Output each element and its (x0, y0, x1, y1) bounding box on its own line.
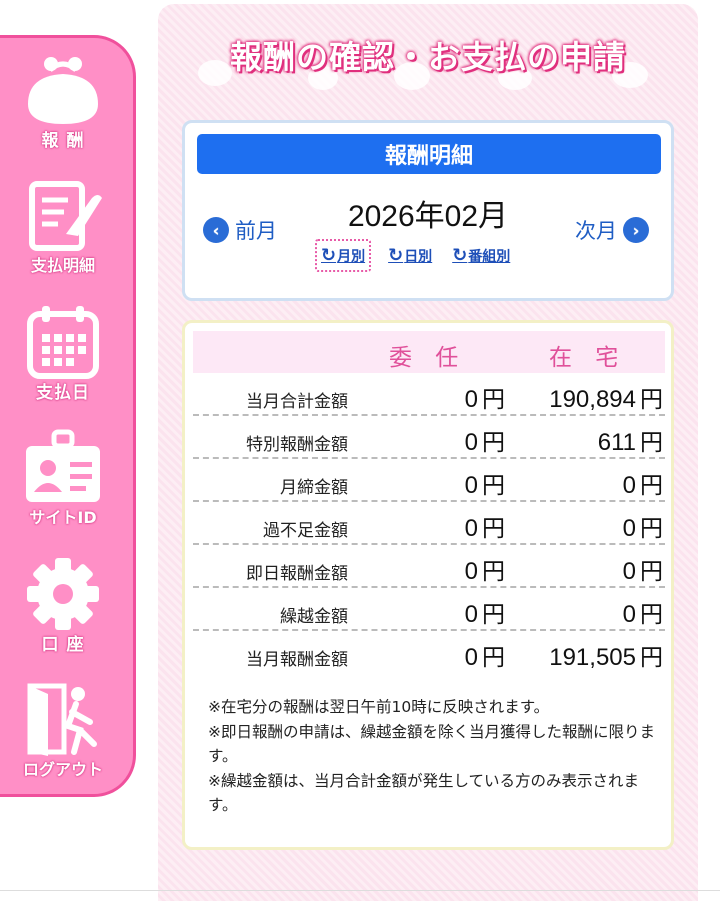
amount-consignment: 0円 (464, 558, 505, 585)
amount-home: 0円 (622, 601, 663, 628)
main-panel: 報酬の確認・お支払の申請 報酬明細 2026年02月 ‹ 前月 次月 › ↻ 月… (158, 4, 698, 901)
table-row: 過不足金額 0円 0円 (193, 502, 665, 545)
view-switch: ↻ 月別 ↻ 日別 ↻ 番組別 (315, 239, 513, 272)
amount-consignment: 0円 (464, 429, 505, 456)
sidebar-item-logout[interactable]: ログアウト (0, 680, 143, 790)
amount-consignment: 0円 (464, 515, 505, 542)
sidebar-item-label: 口 座 (41, 635, 85, 655)
sidebar-item-label: 支払日 (36, 383, 90, 403)
amount-home: 611 円 (597, 429, 663, 456)
table-row: 月締金額 0円 0円 (193, 459, 665, 502)
row-label: 特別報酬金額 (246, 435, 348, 455)
refresh-icon: ↻ (321, 245, 337, 266)
view-monthly-link[interactable]: ↻ 月別 (315, 239, 372, 272)
sidebar-item-label: 報 酬 (41, 131, 85, 151)
column-header-consignment: 委 任 (389, 345, 467, 371)
sidebar-item-payment-date[interactable]: 支払日 (0, 302, 143, 412)
statement-header: 報酬明細 (197, 134, 661, 174)
next-month-label: 次月 (575, 219, 617, 243)
row-label: 即日報酬金額 (246, 564, 348, 584)
sidebar-item-account[interactable]: 口 座 (0, 554, 143, 664)
row-label: 繰越金額 (280, 607, 348, 627)
amounts-panel: 委 任 在 宅 当月合計金額 0円 190,894 円 特別報酬金額 0円 611… (182, 320, 674, 850)
table-row: 特別報酬金額 0円 611 円 (193, 416, 665, 459)
notes: ※在宅分の報酬は翌日午前10時に反映されます。 ※即日報酬の申請は、繰越金額を除… (208, 695, 660, 818)
document-pen-icon (15, 176, 111, 256)
table-row: 即日報酬金額 0円 0円 (193, 545, 665, 588)
exit-door-icon (15, 680, 111, 760)
amount-home: 0円 (622, 515, 663, 542)
purse-icon (15, 50, 111, 130)
amount-consignment: 0円 (464, 472, 505, 499)
column-header-home: 在 宅 (549, 345, 627, 371)
note-line: ※即日報酬の申請は、繰越金額を除く当月獲得した報酬に限ります。 (208, 722, 655, 766)
amount-consignment: 0円 (464, 386, 505, 413)
amount-home: 190,894 円 (549, 386, 663, 413)
refresh-icon: ↻ (452, 245, 468, 266)
amount-home: 0円 (622, 558, 663, 585)
sidebar: 報 酬 支払明細 支払日 サイトID 口 座 ログアウト (0, 35, 136, 797)
amount-consignment: 0円 (464, 644, 505, 671)
table-row: 当月報酬金額 0円 191,505 円 (193, 631, 665, 674)
amount-home: 0円 (622, 472, 663, 499)
chevron-left-icon: ‹ (203, 217, 229, 243)
prev-month-button[interactable]: ‹ 前月 (203, 215, 277, 245)
row-label: 当月合計金額 (246, 392, 348, 412)
row-label: 当月報酬金額 (246, 650, 348, 670)
table-header: 委 任 在 宅 (193, 331, 665, 373)
view-daily-label: 日別 (404, 248, 433, 265)
view-program-label: 番組別 (468, 248, 511, 265)
calendar-icon (15, 302, 111, 382)
view-daily-link[interactable]: ↻ 日別 (385, 239, 435, 272)
amount-home: 191,505 円 (549, 644, 663, 671)
gear-icon (15, 554, 111, 634)
statement-panel: 報酬明細 2026年02月 ‹ 前月 次月 › ↻ 月別 ↻ 日別 ↻ 番組別 (182, 120, 674, 301)
amount-consignment: 0円 (464, 601, 505, 628)
sidebar-item-site-id[interactable]: サイトID (0, 428, 143, 538)
page-title: 報酬の確認・お支払の申請 (229, 38, 626, 76)
table-row: 繰越金額 0円 0円 (193, 588, 665, 631)
view-program-link[interactable]: ↻ 番組別 (449, 239, 513, 272)
table-row: 当月合計金額 0円 190,894 円 (193, 373, 665, 416)
row-label: 過不足金額 (263, 521, 348, 541)
chevron-right-icon: › (623, 217, 649, 243)
sidebar-item-label: 支払明細 (30, 256, 95, 275)
sidebar-item-label: サイトID (29, 508, 97, 527)
prev-month-label: 前月 (235, 219, 277, 243)
view-monthly-label: 月別 (337, 248, 366, 265)
sidebar-item-label: ログアウト (22, 760, 103, 779)
id-card-icon (15, 428, 111, 508)
refresh-icon: ↻ (388, 245, 404, 266)
next-month-button[interactable]: 次月 › (575, 215, 649, 245)
note-line: ※繰越金額は、当月合計金額が発生している方のみ表示されます。 (208, 771, 640, 815)
sidebar-item-payment-details[interactable]: 支払明細 (0, 176, 143, 286)
note-line: ※在宅分の報酬は翌日午前10時に反映されます。 (208, 698, 550, 716)
row-label: 月締金額 (280, 478, 348, 498)
sidebar-item-reward[interactable]: 報 酬 (0, 50, 143, 160)
bottom-divider (0, 890, 720, 891)
